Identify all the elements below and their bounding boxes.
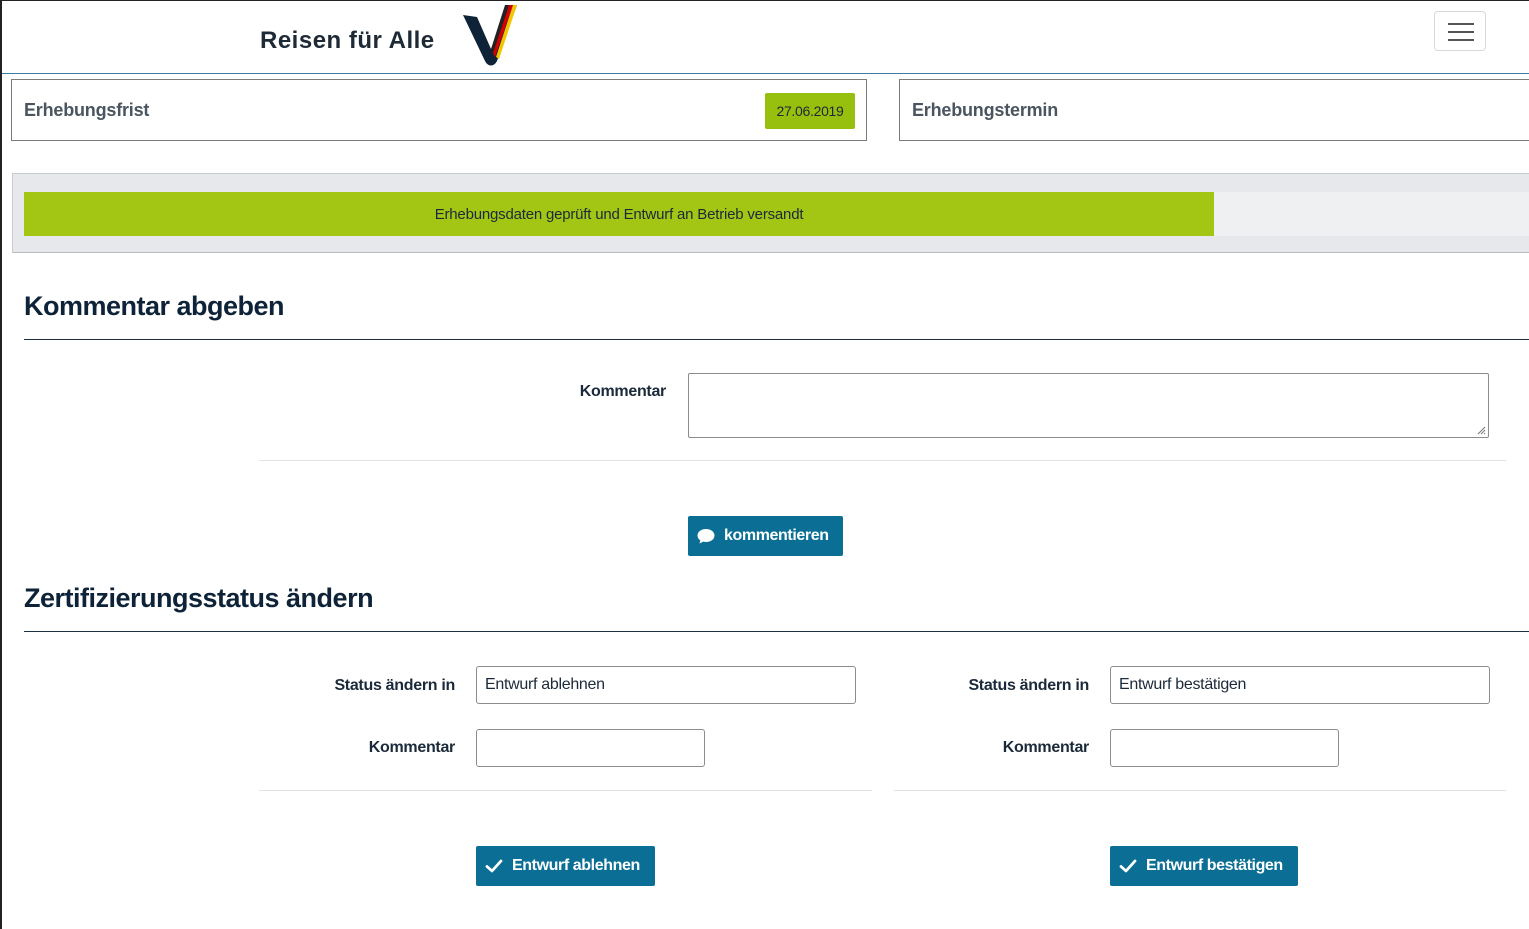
- erhebungsfrist-date-badge: 27.06.2019: [765, 93, 855, 129]
- status-section-title: Zertifizierungsstatus ändern: [24, 583, 374, 613]
- comment-textarea[interactable]: [688, 373, 1489, 438]
- logo-mark-icon[interactable]: [457, 5, 527, 67]
- resize-grip-icon[interactable]: [1476, 425, 1486, 435]
- reject-status-label: Status ändern in: [334, 677, 455, 694]
- reject-draft-label: Entwurf ablehnen: [512, 857, 640, 874]
- erhebungsfrist-box: Erhebungsfrist 27.06.2019: [11, 79, 867, 141]
- hamburger-icon-line: [1448, 31, 1474, 33]
- confirm-status-field[interactable]: Entwurf bestätigen: [1110, 666, 1490, 704]
- confirm-comment-field[interactable]: [1110, 729, 1339, 767]
- reject-comment-label: Kommentar: [368, 739, 456, 756]
- comment-section-title: Kommentar abgeben: [24, 291, 285, 321]
- confirm-form-divider: [894, 790, 1506, 791]
- erhebungsfrist-label: Erhebungsfrist: [24, 100, 150, 120]
- comment-section-divider: [24, 339, 1529, 340]
- reject-comment-field[interactable]: [476, 729, 705, 767]
- hamburger-icon-line: [1448, 39, 1474, 41]
- checkmark-icon: [485, 859, 503, 873]
- comment-label: Kommentar: [579, 383, 667, 400]
- progress-bar: Erhebungsdaten geprüft und Entwurf an Be…: [24, 192, 1529, 236]
- header-bar: Reisen für Alle: [2, 1, 1529, 74]
- comment-form-divider: [259, 460, 1506, 461]
- erhebungstermin-label: Erhebungstermin: [912, 100, 1059, 120]
- confirm-comment-label: Kommentar: [1002, 739, 1090, 756]
- progress-panel: Erhebungsdaten geprüft und Entwurf an Be…: [12, 173, 1529, 253]
- logo-text[interactable]: Reisen für Alle: [260, 27, 435, 55]
- erhebungstermin-box: Erhebungstermin: [899, 79, 1529, 141]
- checkmark-icon: [1119, 859, 1137, 873]
- confirm-draft-label: Entwurf bestätigen: [1146, 857, 1283, 874]
- status-section-divider: [24, 631, 1529, 632]
- reject-form-divider: [259, 790, 872, 791]
- speech-bubble-icon: [697, 529, 715, 544]
- confirm-status-label: Status ändern in: [968, 677, 1089, 694]
- comment-submit-button[interactable]: kommentieren: [688, 516, 843, 556]
- comment-submit-label: kommentieren: [724, 527, 829, 544]
- reject-status-field[interactable]: Entwurf ablehnen: [476, 666, 856, 704]
- hamburger-icon: [1448, 23, 1474, 25]
- progress-label: Erhebungsdaten geprüft und Entwurf an Be…: [434, 205, 804, 223]
- menu-toggle-button[interactable]: [1434, 11, 1486, 51]
- progress-fill: Erhebungsdaten geprüft und Entwurf an Be…: [24, 192, 1214, 236]
- reject-draft-button[interactable]: Entwurf ablehnen: [476, 846, 655, 886]
- confirm-draft-button[interactable]: Entwurf bestätigen: [1110, 846, 1298, 886]
